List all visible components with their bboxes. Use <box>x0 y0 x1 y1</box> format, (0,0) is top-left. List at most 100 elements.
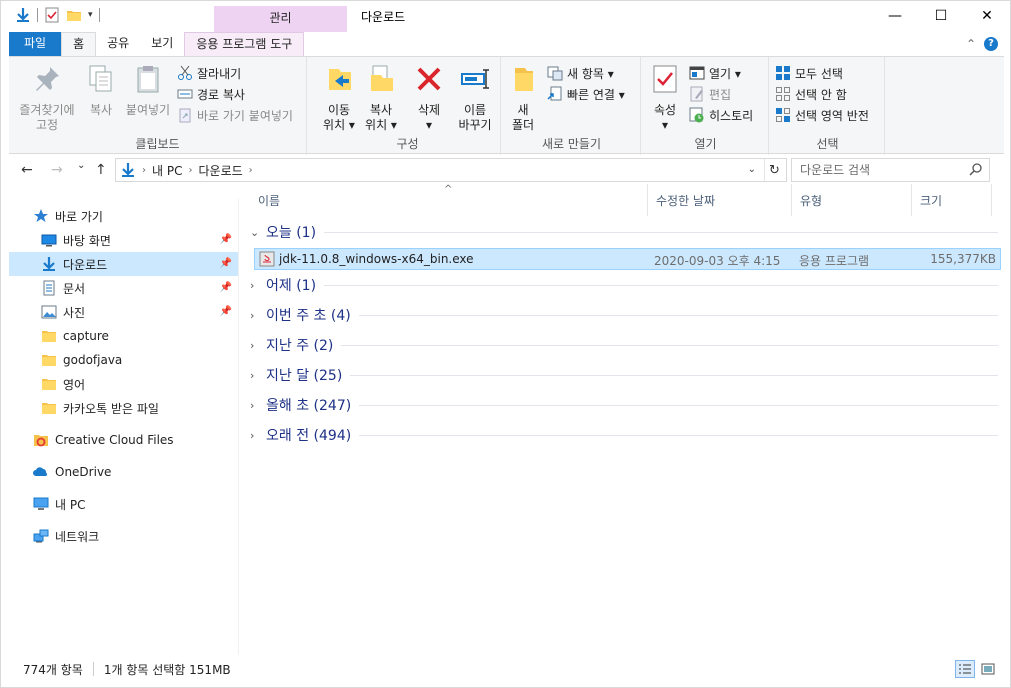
search-box[interactable]: 다운로드 검색 <box>791 158 990 182</box>
ribbon-collapse-icon[interactable]: ⌃ <box>966 37 976 51</box>
group-select: 모두 선택 선택 안 함 선택 영역 반전 선택 <box>771 57 885 155</box>
breadcrumb-downloads[interactable]: 다운로드 <box>198 162 242 179</box>
nav-label: 바탕 화면 <box>63 233 111 248</box>
nav-item-pictures[interactable]: 사진 📌 <box>9 300 238 324</box>
copy-button[interactable]: 복사 <box>83 63 119 118</box>
address-dropdown-icon[interactable]: ⌄ <box>748 164 756 175</box>
address-bar[interactable]: › 내 PC › 다운로드 › ⌄ ↻ <box>115 158 787 182</box>
pc-icon <box>33 497 49 510</box>
nav-item-quick-access[interactable]: 바로 가기 <box>9 204 238 228</box>
qat-customize-icon[interactable]: ▾ <box>88 10 93 20</box>
invert-selection-button[interactable]: 선택 영역 반전 <box>775 105 869 125</box>
properties-check-icon[interactable] <box>44 7 60 23</box>
pin-icon[interactable]: 📌 <box>220 258 232 269</box>
nav-item-downloads[interactable]: 다운로드 📌 <box>9 252 238 276</box>
maximize-button[interactable]: ☐ <box>918 1 964 31</box>
tab-share[interactable]: 공유 <box>96 32 140 56</box>
new-folder-icon[interactable] <box>66 7 82 23</box>
new-folder-button[interactable]: 새 폴더 <box>505 63 541 133</box>
select-all-button[interactable]: 모두 선택 <box>775 63 843 83</box>
nav-item-this-pc[interactable]: 내 PC <box>9 492 238 516</box>
group-header-yesterday[interactable]: › 어제 (1) <box>250 275 998 295</box>
easy-access-button[interactable]: 빠른 연결 ▾ <box>547 84 625 104</box>
copy-to-button[interactable]: 복사 위치 ▾ <box>361 63 401 133</box>
tab-home[interactable]: 홈 <box>61 32 97 56</box>
nav-item-network[interactable]: 네트워크 <box>9 524 238 548</box>
nav-item-folder-godofjava[interactable]: godofjava <box>9 348 238 372</box>
paste-shortcut-button[interactable]: 바로 가기 붙여넣기 <box>177 105 293 125</box>
new-item-button[interactable]: 새 항목 ▾ <box>547 63 614 83</box>
forward-button[interactable]: → <box>51 162 63 178</box>
group-header-earlier-this-year[interactable]: › 올해 초 (247) <box>250 395 998 415</box>
creative-cloud-icon <box>34 435 48 447</box>
up-button[interactable]: ↑ <box>95 162 107 178</box>
column-header-name[interactable]: 이름 <box>250 184 648 216</box>
table-row[interactable]: jdk-11.0.8_windows-x64_bin.exe 2020-09-0… <box>254 248 1001 270</box>
nav-item-creative-cloud[interactable]: Creative Cloud Files <box>9 428 238 452</box>
select-none-button[interactable]: 선택 안 함 <box>775 84 847 104</box>
paste-button[interactable]: 붙여넣기 <box>123 63 173 118</box>
help-icon[interactable]: ? <box>984 37 998 51</box>
history-icon <box>689 107 704 123</box>
move-to-button[interactable]: 이동 위치 ▾ <box>319 63 359 133</box>
chevron-right-icon: › <box>250 428 255 442</box>
nav-item-onedrive[interactable]: OneDrive <box>9 460 238 484</box>
tab-file[interactable]: 파일 <box>9 32 62 56</box>
column-header-size[interactable]: 크기 <box>912 184 992 216</box>
pictures-icon <box>41 305 57 319</box>
pin-quick-access-button[interactable]: 즐겨찾기에 고정 <box>15 63 79 133</box>
group-header-label: 오늘 (1) <box>266 225 317 241</box>
nav-item-folder-capture[interactable]: capture <box>9 324 238 348</box>
rename-button[interactable]: 이름 바꾸기 <box>453 63 497 133</box>
pin-icon[interactable]: 📌 <box>220 234 232 245</box>
column-header-date[interactable]: 수정한 날짜 <box>648 184 792 216</box>
pin-icon[interactable]: 📌 <box>220 306 232 317</box>
group-header-last-week[interactable]: › 지난 주 (2) <box>250 335 998 355</box>
nav-label: 네트워크 <box>55 529 100 544</box>
group-header-last-month[interactable]: › 지난 달 (25) <box>250 365 998 385</box>
copy-to-label-2: 위치 ▾ <box>365 118 397 132</box>
nav-item-folder-english[interactable]: 영어 <box>9 372 238 396</box>
back-button[interactable]: ← <box>21 162 33 178</box>
refresh-button[interactable]: ↻ <box>764 159 784 181</box>
edit-button[interactable]: 편집 <box>689 84 731 104</box>
breadcrumb-separator[interactable]: › <box>142 165 146 176</box>
tab-application-tools[interactable]: 응용 프로그램 도구 <box>184 32 305 56</box>
nav-item-folder-kakaotalk[interactable]: 카카오톡 받은 파일 <box>9 396 238 420</box>
group-header-earlier-this-week[interactable]: › 이번 주 초 (4) <box>250 305 998 325</box>
copy-path-icon <box>177 89 193 99</box>
group-header-label: 지난 달 (25) <box>266 368 343 384</box>
breadcrumb-separator[interactable]: › <box>188 165 192 176</box>
properties-button[interactable]: 속성 ▾ <box>647 63 683 133</box>
recent-locations-button[interactable]: ⌄ <box>77 160 85 171</box>
open-button[interactable]: 열기 ▾ <box>689 63 741 83</box>
new-folder-label-2: 폴더 <box>511 118 535 132</box>
history-button[interactable]: 히스토리 <box>689 105 753 125</box>
close-button[interactable]: ✕ <box>964 1 1010 31</box>
delete-button[interactable]: 삭제 ▾ <box>413 63 445 133</box>
tab-view[interactable]: 보기 <box>140 32 184 56</box>
column-header-type[interactable]: 유형 <box>792 184 912 216</box>
group-header-today[interactable]: ⌄ 오늘 (1) <box>250 222 998 242</box>
folder-icon <box>42 355 56 366</box>
download-arrow-icon <box>43 257 55 271</box>
nav-item-desktop[interactable]: 바탕 화면 📌 <box>9 228 238 252</box>
details-view-button[interactable] <box>955 660 975 678</box>
nav-item-documents[interactable]: 문서 📌 <box>9 276 238 300</box>
download-arrow-icon[interactable] <box>15 7 31 23</box>
minimize-button[interactable]: — <box>872 1 918 31</box>
explorer-window: ▾ 관리 다운로드 — ☐ ✕ 파일 홈 공유 보기 응용 프로그램 도구 ⌃ … <box>0 0 1011 688</box>
ribbon-right-controls: ⌃ ? <box>966 37 998 51</box>
breadcrumb-this-pc[interactable]: 내 PC <box>152 162 182 179</box>
open-window-icon <box>689 66 705 80</box>
nav-label: godofjava <box>63 353 123 367</box>
paste-label: 붙여넣기 <box>125 103 171 117</box>
breadcrumb-separator[interactable]: › <box>249 165 253 176</box>
pin-icon[interactable]: 📌 <box>220 282 232 293</box>
group-select-label: 선택 <box>816 137 839 151</box>
large-icons-view-button[interactable] <box>978 660 998 678</box>
copy-path-button[interactable]: 경로 복사 <box>177 84 245 104</box>
nav-label: 다운로드 <box>63 257 108 272</box>
group-header-a-long-time-ago[interactable]: › 오래 전 (494) <box>250 425 998 445</box>
cut-button[interactable]: 잘라내기 <box>177 63 241 83</box>
